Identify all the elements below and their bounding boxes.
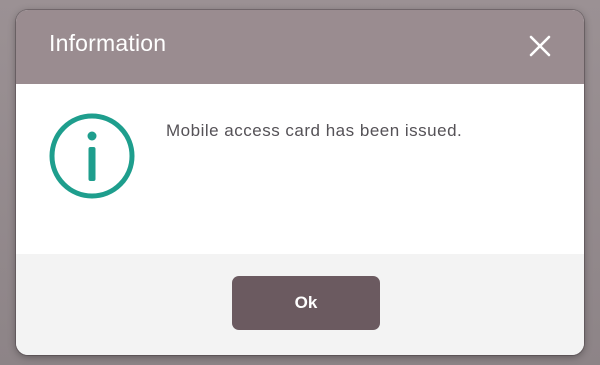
close-button[interactable] bbox=[526, 32, 554, 60]
dialog-footer: Ok bbox=[16, 254, 584, 355]
dialog-title: Information bbox=[49, 30, 167, 56]
dialog-title-bar: Information bbox=[16, 10, 584, 84]
close-icon bbox=[526, 32, 554, 60]
dialog-message: Mobile access card has been issued. bbox=[166, 121, 463, 140]
dialog-content: Mobile access card has been issued. bbox=[16, 84, 584, 254]
info-icon bbox=[46, 110, 138, 202]
information-dialog: Information Mobile access card has been … bbox=[16, 10, 584, 355]
ok-button[interactable]: Ok bbox=[232, 276, 380, 330]
ok-button-label: Ok bbox=[294, 293, 318, 312]
